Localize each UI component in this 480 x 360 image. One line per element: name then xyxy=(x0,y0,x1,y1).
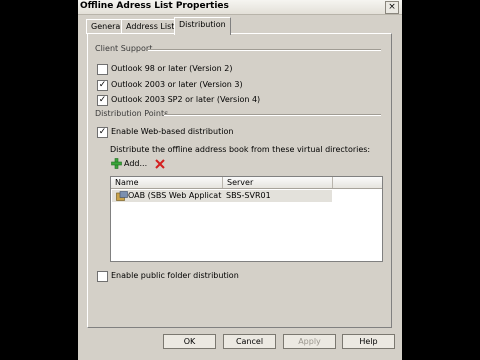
distribution-points-divider xyxy=(164,114,381,116)
checkbox-label: Outlook 2003 or later (Version 3) xyxy=(111,80,243,89)
column-header-server[interactable]: Server xyxy=(223,177,333,188)
checkbox-box[interactable]: ✓ xyxy=(97,95,108,106)
virtual-directory-icon xyxy=(116,191,128,201)
virtual-directories-instruction: Distribute the offline address book from… xyxy=(110,145,371,154)
virtual-directories-list[interactable]: Name Server OAB (SBS Web Applicat... SBS… xyxy=(110,176,383,262)
checkbox-label: Enable Web-based distribution xyxy=(111,127,234,136)
list-header: Name Server xyxy=(111,177,382,189)
checkbox-label: Outlook 2003 SP2 or later (Version 4) xyxy=(111,95,261,104)
green-plus-icon xyxy=(111,158,122,169)
column-header-name[interactable]: Name xyxy=(111,177,223,188)
letterbox-right xyxy=(402,0,480,360)
checkbox-box[interactable] xyxy=(97,271,108,282)
help-button[interactable]: Help xyxy=(342,334,395,349)
checkbox-box[interactable]: ✓ xyxy=(97,127,108,138)
client-support-label: Client Support xyxy=(95,44,153,53)
apply-button[interactable]: Apply xyxy=(283,334,336,349)
client-support-divider xyxy=(148,49,381,51)
checkbox-box[interactable] xyxy=(97,64,108,75)
add-button-label: Add... xyxy=(124,159,148,168)
window-title: Offline Adress List Properties xyxy=(80,1,229,11)
ok-button[interactable]: OK xyxy=(163,334,216,349)
checkbox-box[interactable]: ✓ xyxy=(97,80,108,91)
list-item[interactable]: OAB (SBS Web Applicat... SBS-SVR01 xyxy=(112,190,332,202)
cell-name: OAB (SBS Web Applicat... xyxy=(128,191,222,200)
checkbox-label: Outlook 98 or later (Version 2) xyxy=(111,64,233,73)
close-button[interactable]: × xyxy=(385,1,399,14)
letterbox-left xyxy=(0,0,78,360)
cancel-button[interactable]: Cancel xyxy=(223,334,276,349)
title-bar: Offline Adress List Properties × xyxy=(78,0,402,15)
distribution-points-label: Distribution Points xyxy=(95,109,169,118)
red-x-icon[interactable] xyxy=(155,159,165,169)
checkbox-label: Enable public folder distribution xyxy=(111,271,239,280)
tab-distribution[interactable]: Distribution xyxy=(174,17,231,35)
properties-dialog: Offline Adress List Properties × General… xyxy=(78,0,402,360)
cell-server: SBS-SVR01 xyxy=(226,191,271,200)
